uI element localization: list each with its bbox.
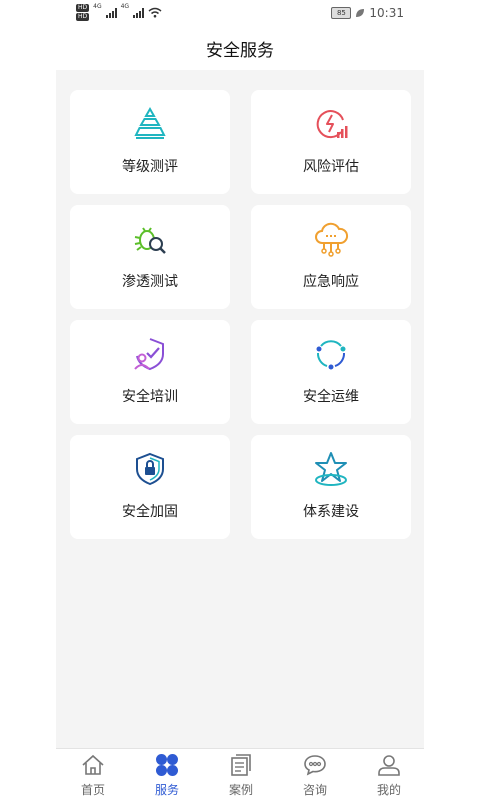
home-icon: [82, 754, 104, 775]
service-card-security-operations[interactable]: 安全运维: [251, 320, 411, 424]
services-grid: 等级测评 风险评估 渗透测试 应急响应 安全培训 安全运维 安全加固 体系建设: [56, 70, 424, 748]
shield-user-icon: [134, 338, 164, 371]
user-icon: [378, 755, 400, 776]
hd-badge-1: HD: [76, 4, 90, 12]
network-type-2: 4G: [120, 3, 130, 10]
tab-mine[interactable]: 我的: [352, 749, 426, 801]
page-title: 安全服务: [206, 41, 274, 61]
service-card-security-training[interactable]: 安全培训: [70, 320, 230, 424]
tab-label: 首页: [80, 783, 105, 797]
cases-icon: [231, 754, 251, 776]
service-label: 体系建设: [303, 504, 359, 520]
cycle-icon: [316, 340, 346, 370]
tab-consult[interactable]: 咨询: [278, 749, 352, 801]
hd-badges: HD HD: [76, 4, 90, 21]
service-card-level-assessment[interactable]: 等级测评: [70, 90, 230, 194]
leaf-icon: [356, 9, 365, 17]
service-card-risk-assessment[interactable]: 风险评估: [251, 90, 411, 194]
power-chart-icon: [316, 110, 348, 139]
tab-label: 咨询: [302, 783, 327, 797]
grid-icon: [156, 754, 178, 776]
service-label: 安全运维: [303, 389, 359, 405]
service-card-security-hardening[interactable]: 安全加固: [70, 435, 230, 539]
chat-icon: [304, 755, 326, 776]
signal-icon-1: [105, 7, 117, 18]
cloud-network-icon: [315, 222, 349, 257]
battery-icon: 85: [331, 7, 352, 19]
hd-badge-2: HD: [76, 13, 90, 21]
tab-cases[interactable]: 案例: [204, 749, 278, 801]
service-label: 安全加固: [122, 504, 178, 520]
network-type-1: 4G: [93, 3, 102, 10]
star-base-icon: [315, 452, 347, 486]
service-label: 风险评估: [303, 159, 359, 175]
tab-label: 我的: [376, 783, 401, 797]
status-bar: HD HD 4G 4G 85 10:31: [0, 0, 480, 28]
service-label: 安全培训: [122, 389, 178, 405]
service-card-emergency-response[interactable]: 应急响应: [251, 205, 411, 309]
bug-search-icon: [134, 227, 166, 254]
shield-lock-icon: [136, 452, 164, 486]
tab-label: 服务: [154, 783, 179, 797]
wifi-icon: [148, 7, 162, 18]
service-label: 等级测评: [122, 159, 178, 175]
tab-label: 案例: [228, 783, 253, 797]
bottom-tab-bar: 首页 服务 案例 咨询 我的: [56, 748, 424, 801]
signal-icon-2: [133, 7, 145, 18]
service-label: 应急响应: [303, 274, 359, 290]
signal-indicators: HD HD 4G 4G: [76, 4, 162, 21]
service-card-system-building[interactable]: 体系建设: [251, 435, 411, 539]
pyramid-icon: [134, 106, 166, 139]
status-right: 85 10:31: [331, 6, 404, 20]
tab-services[interactable]: 服务: [130, 749, 204, 801]
tab-home[interactable]: 首页: [56, 749, 130, 801]
clock: 10:31: [369, 6, 404, 20]
service-card-penetration-test[interactable]: 渗透测试: [70, 205, 230, 309]
service-label: 渗透测试: [122, 274, 178, 290]
